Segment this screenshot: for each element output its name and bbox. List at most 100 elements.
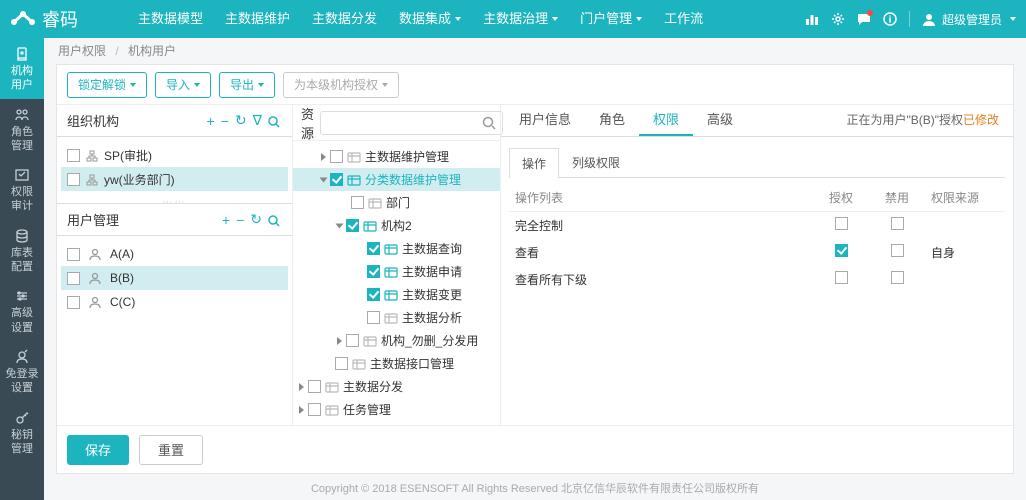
sidebar-item[interactable]: 秘钥管理	[0, 402, 44, 463]
bottom-buttons: 保存 重置	[57, 425, 1013, 473]
resource-row[interactable]: 机构2	[293, 214, 500, 237]
left-column: 组织机构 + − ↻ ∇ SP(审批)yw(业务部门) ⋯⋯ 用户管理	[57, 105, 293, 425]
resource-row[interactable]: 部门	[293, 191, 500, 214]
resource-icon	[347, 150, 361, 164]
auth-checkbox[interactable]	[835, 244, 848, 257]
checkbox[interactable]	[330, 150, 343, 163]
expand-icon[interactable]	[299, 383, 304, 391]
topnav-item[interactable]: 数据集成	[389, 0, 471, 38]
deny-checkbox[interactable]	[891, 271, 904, 284]
refresh-icon[interactable]: ↻	[233, 112, 249, 129]
deny-checkbox[interactable]	[891, 217, 904, 230]
topnav-item[interactable]: 主数据分发	[302, 0, 387, 38]
table-header: 操作列表 授权 禁用 权限来源	[509, 184, 1005, 212]
resource-row[interactable]: 主数据查询	[293, 237, 500, 260]
lock-dropdown[interactable]: 锁定解锁	[67, 72, 147, 98]
deny-checkbox[interactable]	[891, 244, 904, 257]
expand-icon[interactable]	[299, 406, 304, 414]
refresh-icon[interactable]: ↻	[248, 211, 264, 228]
resource-row[interactable]: 任务管理	[293, 398, 500, 421]
chat-icon[interactable]	[857, 12, 871, 27]
right-tab[interactable]: 列级权限	[559, 147, 633, 177]
expand-icon[interactable]	[321, 153, 326, 161]
remove-icon[interactable]: −	[219, 113, 231, 129]
user-menu[interactable]: 超级管理员	[922, 11, 1016, 28]
checkbox[interactable]	[308, 403, 321, 416]
sidebar-item[interactable]: 库表配置	[0, 220, 44, 281]
resource-row[interactable]: 分类数据维护管理	[293, 168, 500, 191]
resource-row[interactable]: 主数据变更	[293, 283, 500, 306]
search-input[interactable]	[327, 113, 482, 133]
sidebar-item[interactable]: 角色管理	[0, 99, 44, 160]
checkbox[interactable]	[308, 380, 321, 393]
main: 用户权限 / 机构用户 锁定解锁 导入 导出 为本级机构授权 组织机构 + − …	[44, 38, 1026, 500]
topnav-item[interactable]: 主数据维护	[215, 0, 300, 38]
add-icon[interactable]: +	[220, 212, 232, 228]
topnav-item[interactable]: 主数据模型	[128, 0, 213, 38]
checkbox[interactable]	[67, 173, 80, 186]
checkbox[interactable]	[346, 219, 359, 232]
gear-icon[interactable]	[831, 12, 845, 27]
org-row[interactable]: yw(业务部门)	[61, 167, 288, 191]
user-row[interactable]: B(B)	[61, 266, 288, 290]
add-icon[interactable]: +	[205, 113, 217, 129]
user-row[interactable]: A(A)	[61, 242, 288, 266]
sidebar-item[interactable]: 免登录设置	[0, 341, 44, 402]
breadcrumb-root[interactable]: 用户权限	[58, 44, 106, 58]
checkbox[interactable]	[335, 357, 348, 370]
checkbox[interactable]	[67, 296, 80, 309]
logo-icon	[10, 10, 36, 28]
search-icon[interactable]	[266, 212, 282, 228]
collapse-icon[interactable]	[320, 177, 328, 182]
filter-icon[interactable]: ∇	[251, 112, 264, 129]
sidebar-item[interactable]: 机构用户	[0, 38, 44, 99]
topnav-item[interactable]: 工作流	[654, 0, 713, 38]
resource-label: 主数据接口管理	[370, 355, 454, 372]
reset-button[interactable]: 重置	[139, 435, 203, 465]
user-icon	[88, 295, 102, 310]
org-row[interactable]: SP(审批)	[61, 143, 288, 167]
export-dropdown[interactable]: 导出	[219, 72, 275, 98]
search-icon[interactable]	[266, 113, 282, 129]
org-tree: SP(审批)yw(业务部门)	[57, 137, 292, 197]
resource-row[interactable]: 主数据维护管理	[293, 145, 500, 168]
sidebar-item[interactable]: 高级设置	[0, 280, 44, 341]
checkbox[interactable]	[67, 149, 80, 162]
expand-icon[interactable]	[337, 337, 342, 345]
middle-column: 资源 主数据维护管理分类数据维护管理部门机构2主数据查询主数据申请主数据变更主数…	[293, 105, 501, 425]
auth-checkbox[interactable]	[835, 217, 848, 230]
sidebar-item[interactable]: 权限审计	[0, 159, 44, 220]
checkbox[interactable]	[346, 334, 359, 347]
checkbox[interactable]	[67, 248, 80, 261]
auth-dropdown: 为本级机构授权	[283, 72, 399, 98]
topnav-item[interactable]: 门户管理	[570, 0, 652, 38]
toolbar-row: 锁定解锁 导入 导出 为本级机构授权	[57, 65, 1013, 105]
resource-row[interactable]: 主数据接口管理	[293, 352, 500, 375]
checkbox[interactable]	[367, 265, 380, 278]
resource-row[interactable]: 主数据分发	[293, 375, 500, 398]
user-row[interactable]: C(C)	[61, 290, 288, 314]
resource-row[interactable]: 主数据申请	[293, 260, 500, 283]
resource-row[interactable]: 机构_勿删_分发用	[293, 329, 500, 352]
topnav-item[interactable]: 主数据治理	[473, 0, 568, 38]
remove-icon[interactable]: −	[234, 212, 246, 228]
auth-checkbox[interactable]	[835, 271, 848, 284]
chart-icon[interactable]	[805, 12, 819, 27]
info-icon[interactable]	[883, 12, 897, 27]
checkbox[interactable]	[367, 288, 380, 301]
resource-search[interactable]	[320, 111, 503, 135]
checkbox[interactable]	[367, 311, 380, 324]
user-label: B(B)	[110, 271, 134, 285]
checkbox[interactable]	[367, 242, 380, 255]
checkbox[interactable]	[330, 173, 343, 186]
collapse-icon[interactable]	[336, 223, 344, 228]
logo[interactable]: 睿码	[10, 6, 78, 32]
checkbox[interactable]	[351, 196, 364, 209]
top-right: 超级管理员	[805, 11, 1016, 28]
footer: Copyright © 2018 ESENSOFT All Rights Res…	[44, 478, 1026, 500]
import-dropdown[interactable]: 导入	[155, 72, 211, 98]
checkbox[interactable]	[67, 272, 80, 285]
resource-row[interactable]: 主数据分析	[293, 306, 500, 329]
right-tab[interactable]: 操作	[509, 148, 559, 178]
save-button[interactable]: 保存	[67, 435, 129, 465]
